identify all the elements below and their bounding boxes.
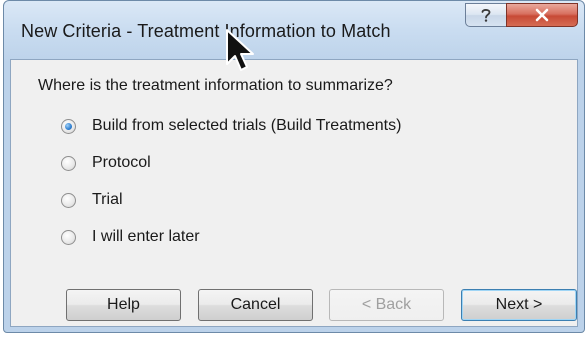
cancel-button[interactable]: Cancel: [198, 289, 313, 321]
radio-button[interactable]: [61, 155, 76, 171]
dialog-title: New Criteria - Treatment Information to …: [21, 21, 391, 41]
close-x-icon: [535, 8, 549, 22]
option-enter-later[interactable]: I will enter later: [61, 226, 200, 248]
question-mark-icon: [481, 9, 491, 22]
option-label: I will enter later: [92, 228, 200, 245]
close-button[interactable]: [506, 3, 578, 27]
option-trial[interactable]: Trial: [61, 189, 123, 211]
next-button[interactable]: Next >: [461, 289, 577, 321]
title-bar[interactable]: New Criteria - Treatment Information to …: [4, 1, 584, 59]
question-label: Where is the treatment information to su…: [38, 77, 393, 94]
back-button[interactable]: < Back: [329, 289, 444, 321]
option-label: Build from selected trials (Build Treatm…: [92, 117, 402, 134]
radio-button-selected[interactable]: [61, 118, 76, 134]
help-caption-button[interactable]: [465, 3, 507, 27]
option-label: Protocol: [92, 154, 151, 171]
help-button[interactable]: Help: [66, 289, 181, 321]
option-label: Trial: [92, 191, 123, 208]
option-build-from-trials[interactable]: Build from selected trials (Build Treatm…: [61, 115, 401, 137]
radio-button[interactable]: [61, 192, 76, 208]
option-protocol[interactable]: Protocol: [61, 152, 151, 174]
dialog-window: New Criteria - Treatment Information to …: [3, 0, 585, 333]
radio-button[interactable]: [61, 229, 76, 245]
dialog-content: Where is the treatment information to su…: [10, 59, 578, 327]
